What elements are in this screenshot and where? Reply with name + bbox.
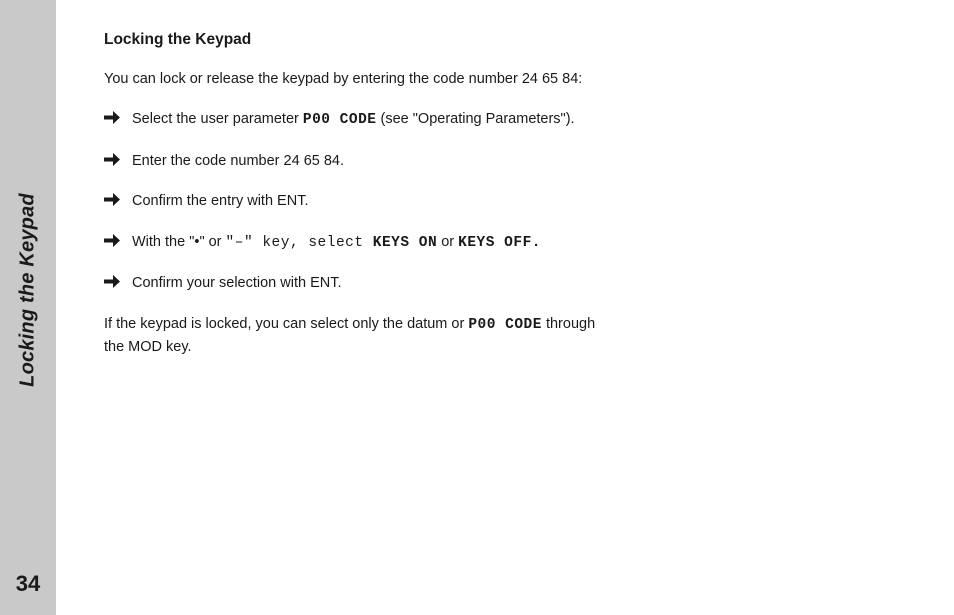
arrow-icon [104,111,120,124]
sidebar: Locking the Keypad 34 [0,0,56,615]
step-item: Confirm the entry with ENT. [104,190,604,212]
arrow-icon [104,193,120,206]
arrow-icon [104,275,120,288]
step-text: (see "Operating Parameters"). [377,111,575,127]
sidebar-title: Locking the Keypad [17,193,40,387]
step-text: or [437,234,458,250]
page: Locking the Keypad 34 Locking the Keypad… [0,0,954,615]
step-item: With the "•" or "–" key, select KEYS ON … [104,231,604,254]
closing-part: If the keypad is locked, you can select … [104,316,468,332]
step-item: Confirm your selection with ENT. [104,272,604,294]
step-text: Select the user parameter [132,111,303,127]
intro-text: You can lock or release the keypad by en… [104,68,604,90]
code-text: P00 CODE [303,112,377,128]
section-heading: Locking the Keypad [104,28,604,52]
arrow-icon [104,234,120,247]
step-text: With the "•" or [132,234,226,250]
step-text: Confirm the entry with ENT. [132,193,308,209]
code-text: KEYS OFF. [458,235,541,251]
step-item: Enter the code number 24 65 84. [104,150,604,172]
step-text: Enter the code number 24 65 84. [132,153,344,169]
code-text: P00 CODE [468,317,542,333]
step-list: Select the user parameter P00 CODE (see … [104,108,604,294]
page-number: 34 [16,571,40,597]
arrow-icon [104,153,120,166]
closing-text: If the keypad is locked, you can select … [104,313,604,359]
step-item: Select the user parameter P00 CODE (see … [104,108,604,131]
code-text: KEYS ON [373,235,437,251]
code-text: "–" key, select [226,235,373,251]
step-text: Confirm your selection with ENT. [132,275,342,291]
main-content: Locking the Keypad You can lock or relea… [56,0,644,615]
